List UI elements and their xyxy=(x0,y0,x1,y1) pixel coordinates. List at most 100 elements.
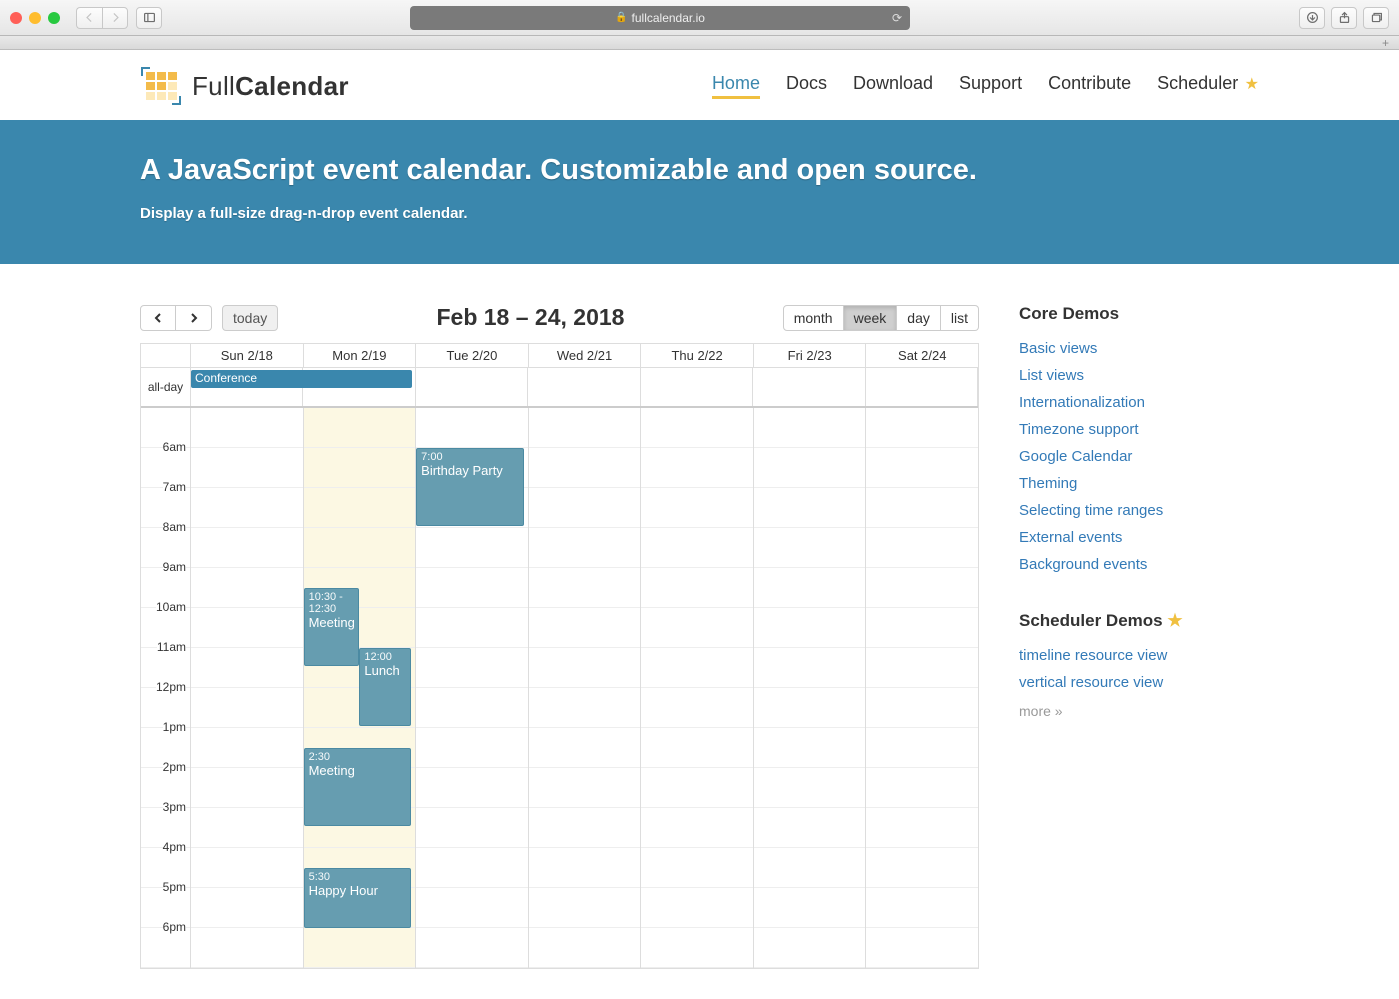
time-label: 8am xyxy=(163,520,186,534)
allday-body: Conference xyxy=(191,368,978,406)
nav-item-home[interactable]: Home xyxy=(712,73,760,99)
calendar-title: Feb 18 – 24, 2018 xyxy=(278,304,782,331)
nav-item-scheduler[interactable]: Scheduler ★ xyxy=(1157,73,1259,99)
day-header[interactable]: Sat 2/24 xyxy=(866,344,978,367)
scheduler-demos-list: timeline resource view vertical resource … xyxy=(1019,647,1259,691)
event-time: 7:00 xyxy=(421,451,519,463)
browser-sidebar-button[interactable] xyxy=(136,7,162,29)
day-column[interactable] xyxy=(529,408,642,968)
day-header[interactable]: Mon 2/19 xyxy=(304,344,417,367)
today-button[interactable]: today xyxy=(222,305,278,331)
time-label: 6am xyxy=(163,440,186,454)
day-column[interactable]: 10:30 - 12:30Meeting12:00Lunch2:30Meetin… xyxy=(304,408,417,968)
star-icon: ★ xyxy=(1240,76,1259,93)
browser-back-button[interactable] xyxy=(76,7,102,29)
allday-cell[interactable] xyxy=(866,368,978,406)
header-axis-cell xyxy=(141,344,191,367)
sidebar-link[interactable]: Internationalization xyxy=(1019,394,1145,411)
allday-cell[interactable] xyxy=(753,368,865,406)
event-title: Meeting xyxy=(309,763,407,778)
maximize-window-icon[interactable] xyxy=(48,12,60,24)
window-traffic-lights xyxy=(10,12,60,24)
event-title: Meeting xyxy=(309,615,355,630)
day-header[interactable]: Thu 2/22 xyxy=(641,344,754,367)
event-title: Birthday Party xyxy=(421,463,519,478)
prev-button[interactable] xyxy=(140,305,176,331)
nav-item-download[interactable]: Download xyxy=(853,73,933,99)
share-button[interactable] xyxy=(1331,7,1357,29)
time-label: 5pm xyxy=(163,880,186,894)
next-button[interactable] xyxy=(176,305,212,331)
day-column[interactable] xyxy=(641,408,754,968)
view-day-button[interactable]: day xyxy=(897,305,941,331)
reload-icon[interactable]: ⟳ xyxy=(892,11,902,25)
sidebar-link[interactable]: vertical resource view xyxy=(1019,674,1163,691)
calendar-grid: Sun 2/18Mon 2/19Tue 2/20Wed 2/21Thu 2/22… xyxy=(140,343,979,969)
calendar-header-row: Sun 2/18Mon 2/19Tue 2/20Wed 2/21Thu 2/22… xyxy=(141,344,978,368)
calendar-event[interactable]: 10:30 - 12:30Meeting xyxy=(304,588,360,666)
view-week-button[interactable]: week xyxy=(844,305,898,331)
new-tab-button[interactable]: + xyxy=(1378,37,1393,49)
event-title: Happy Hour xyxy=(309,883,407,898)
time-body: 10:30 - 12:30Meeting12:00Lunch2:30Meetin… xyxy=(191,408,978,968)
sidebar-link[interactable]: Google Calendar xyxy=(1019,448,1132,465)
sidebar-link[interactable]: Theming xyxy=(1019,475,1077,492)
nav-item-support[interactable]: Support xyxy=(959,73,1022,99)
time-label: 11am xyxy=(157,640,186,654)
day-header[interactable]: Wed 2/21 xyxy=(529,344,642,367)
time-axis: 6am7am8am9am10am11am12pm1pm2pm3pm4pm5pm6… xyxy=(141,408,191,968)
tabs-button[interactable] xyxy=(1363,7,1389,29)
nav-item-docs[interactable]: Docs xyxy=(786,73,827,99)
sidebar-link[interactable]: List views xyxy=(1019,367,1084,384)
minimize-window-icon[interactable] xyxy=(29,12,41,24)
event-time: 10:30 - 12:30 xyxy=(309,591,355,615)
event-time: 2:30 xyxy=(309,751,407,763)
tab-strip: + xyxy=(0,36,1399,50)
scheduler-demos-heading: Scheduler Demos ★ xyxy=(1019,611,1259,631)
browser-forward-button[interactable] xyxy=(102,7,128,29)
day-column[interactable]: 7:00Birthday Party xyxy=(416,408,529,968)
sidebar-link[interactable]: Basic views xyxy=(1019,340,1097,357)
view-list-button[interactable]: list xyxy=(941,305,979,331)
browser-toolbar-right xyxy=(1299,7,1389,29)
logo-text: FullCalendar xyxy=(192,71,349,102)
day-header[interactable]: Fri 2/23 xyxy=(754,344,867,367)
downloads-button[interactable] xyxy=(1299,7,1325,29)
sidebar-link[interactable]: timeline resource view xyxy=(1019,647,1167,664)
sidebar-link[interactable]: External events xyxy=(1019,529,1122,546)
allday-cell[interactable] xyxy=(416,368,528,406)
allday-event[interactable]: Conference xyxy=(191,370,412,388)
event-time: 5:30 xyxy=(309,871,407,883)
calendar-event[interactable]: 7:00Birthday Party xyxy=(416,448,524,526)
lock-icon: 🔒 xyxy=(615,12,627,23)
time-label: 7am xyxy=(163,480,186,494)
time-label: 3pm xyxy=(163,800,186,814)
nav-item-contribute[interactable]: Contribute xyxy=(1048,73,1131,99)
calendar-event[interactable]: 2:30Meeting xyxy=(304,748,412,826)
browser-address-bar[interactable]: 🔒 fullcalendar.io ⟳ xyxy=(410,6,910,30)
time-label: 10am xyxy=(156,600,186,614)
calendar-event[interactable]: 12:00Lunch xyxy=(359,648,411,726)
hero-subhead: Display a full-size drag-n-drop event ca… xyxy=(140,205,1259,222)
logo[interactable]: FullCalendar xyxy=(140,66,349,106)
allday-cell[interactable] xyxy=(641,368,753,406)
day-column[interactable] xyxy=(754,408,867,968)
more-link[interactable]: more » xyxy=(1019,703,1259,719)
allday-cell[interactable] xyxy=(528,368,640,406)
calendar-toolbar: today Feb 18 – 24, 2018 monthweekdaylist xyxy=(140,304,979,331)
sidebar-link[interactable]: Selecting time ranges xyxy=(1019,502,1163,519)
calendar-event[interactable]: 5:30Happy Hour xyxy=(304,868,412,928)
day-header[interactable]: Tue 2/20 xyxy=(416,344,529,367)
sidebar-link[interactable]: Timezone support xyxy=(1019,421,1139,438)
view-month-button[interactable]: month xyxy=(783,305,844,331)
day-column[interactable] xyxy=(191,408,304,968)
sidebar-link[interactable]: Background events xyxy=(1019,556,1147,573)
day-column[interactable] xyxy=(866,408,978,968)
main-nav: Home Docs Download Support Contribute Schedul… xyxy=(712,73,1259,99)
nav-arrows xyxy=(140,305,212,331)
day-header[interactable]: Sun 2/18 xyxy=(191,344,304,367)
time-grid: 6am7am8am9am10am11am12pm1pm2pm3pm4pm5pm6… xyxy=(141,408,978,968)
close-window-icon[interactable] xyxy=(10,12,22,24)
time-label: 1pm xyxy=(163,720,186,734)
core-demos-list: Basic views List views Internationalizatio… xyxy=(1019,340,1259,573)
